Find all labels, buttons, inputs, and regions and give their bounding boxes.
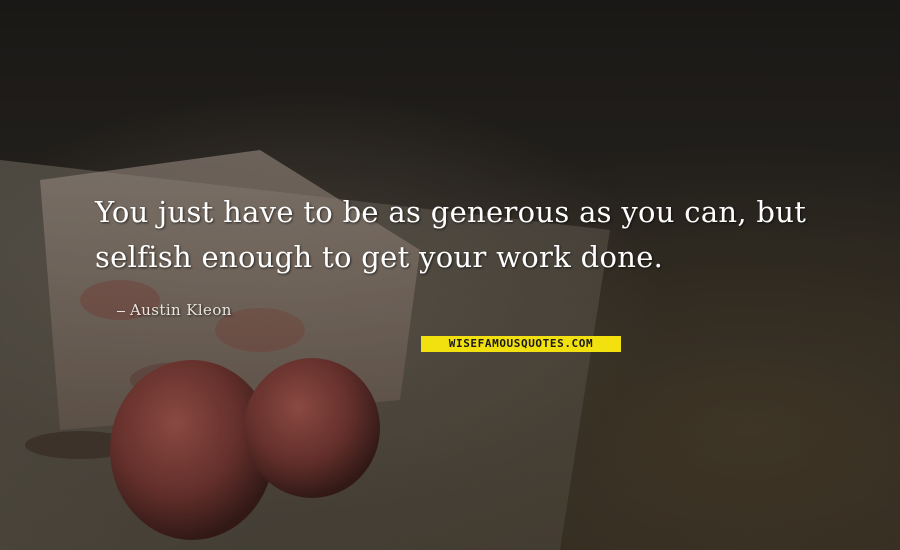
quote-author: Austin Kleon [117, 301, 232, 319]
quote-line-1: You just have to be as generous as you c… [95, 195, 807, 229]
quote-line-2: selfish enough to get your work done. [95, 240, 664, 274]
quote-text: You just have to be as generous as you c… [95, 190, 855, 280]
watermark-logo: WISEFAMOUSQUOTES.COM [421, 336, 621, 352]
quote-card: You just have to be as generous as you c… [0, 0, 900, 550]
